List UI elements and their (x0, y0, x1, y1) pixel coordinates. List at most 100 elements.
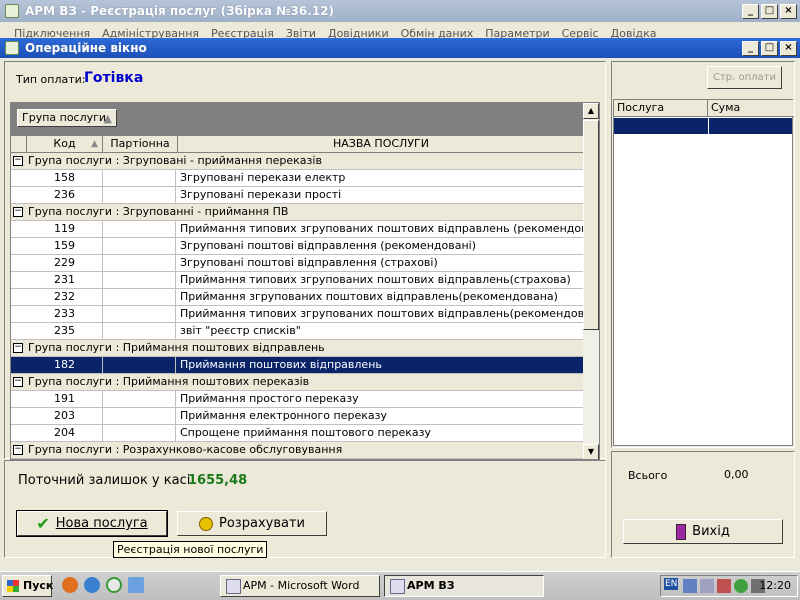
summary-selected-row[interactable] (614, 118, 792, 134)
cell-name: Приймання типових згрупованих поштових в… (180, 307, 585, 320)
cell-partial (103, 238, 176, 254)
firefox-icon[interactable] (62, 577, 78, 593)
cell-code: 233 (27, 306, 103, 322)
cell-name: Згруповані поштові відправлення (рекомен… (180, 239, 476, 252)
window-minimize-button[interactable]: _ (742, 40, 759, 56)
summary-grid: Послуга Сума (613, 99, 794, 446)
close-button[interactable]: × (780, 3, 797, 19)
summary-row-divider (708, 118, 709, 134)
table-row[interactable]: 203 Приймання електронного переказу (11, 408, 585, 425)
group-row[interactable]: − Група послуги : Приймання поштових відп… (11, 340, 585, 357)
table-row[interactable]: 119 Приймання типових згрупованих поштови… (11, 221, 585, 238)
table-row[interactable]: 191 Приймання простого переказу (11, 391, 585, 408)
security-icon[interactable] (717, 579, 731, 593)
collapse-icon[interactable]: − (13, 207, 23, 217)
table-row[interactable]: 158 Згруповані перекази електр (11, 170, 585, 187)
menu-item[interactable]: Адміністрування (102, 27, 199, 38)
new-service-button[interactable]: ✔ Нова послуга (16, 510, 168, 537)
group-row[interactable]: − Група послуги : Згруповані - приймання … (11, 153, 585, 170)
collapse-icon[interactable]: − (13, 377, 23, 387)
cell-partial (103, 187, 176, 203)
cell-partial (103, 408, 176, 424)
desktop-icon[interactable] (128, 577, 144, 593)
start-button[interactable]: Пуск (2, 575, 53, 597)
collapse-icon[interactable]: − (13, 343, 23, 353)
menu-item[interactable]: Параметри (485, 27, 549, 38)
table-row[interactable]: 159 Згруповані поштові відправлення (реко… (11, 238, 585, 255)
cell-name: Згруповані поштові відправлення (страхов… (180, 256, 438, 269)
table-row[interactable]: 236 Згруповані перекази прості (11, 187, 585, 204)
group-row[interactable]: − Група послуги : Розрахунково-касове обс… (11, 442, 585, 459)
menu-item[interactable]: Підключення (14, 27, 90, 38)
window-close-button[interactable]: × (780, 40, 797, 56)
cell-name: Згруповані перекази електр (180, 171, 346, 184)
column-header-partial[interactable]: Партіонна (103, 136, 178, 153)
minimize-button[interactable]: _ (742, 3, 759, 19)
antivirus-icon[interactable] (734, 579, 748, 593)
exit-label: Вихід (692, 524, 730, 539)
task-arm[interactable]: АРМ ВЗ (384, 575, 544, 597)
table-row[interactable]: 235 звіт "реєстр списків" (11, 323, 585, 340)
app-title-bar: АРМ ВЗ - Реєстрація послуг (Збірка №36.1… (0, 0, 800, 22)
window-title-bar: Операційне вікно _ □ × (0, 38, 800, 58)
system-tray: EN 12:20 (660, 575, 798, 597)
column-header-service[interactable]: Послуга (614, 100, 708, 117)
task-word[interactable]: АРМ - Microsoft Word (220, 575, 380, 597)
menu-item[interactable]: Реєстрація (211, 27, 274, 38)
exit-button[interactable]: Вихід (623, 519, 783, 544)
cell-code: 159 (27, 238, 103, 254)
payment-type-label: Тип оплати: (16, 73, 86, 86)
column-code-label: Код (53, 137, 76, 150)
table-row[interactable]: 233 Приймання типових згрупованих поштови… (11, 306, 585, 323)
language-indicator[interactable]: EN (664, 578, 679, 590)
calculate-button[interactable]: Розрахувати (177, 511, 327, 536)
cell-code: 191 (27, 391, 103, 407)
scroll-up-arrow-icon[interactable]: ▲ (583, 103, 599, 119)
column-header-name[interactable]: НАЗВА ПОСЛУГИ (178, 136, 585, 153)
group-row[interactable]: − Група послуги : Згрупованні - приймання… (11, 204, 585, 221)
table-row[interactable]: 232 Приймання згрупованих поштових відпра… (11, 289, 585, 306)
menu-item[interactable]: Звіти (286, 27, 316, 38)
network-icon[interactable] (683, 579, 697, 593)
group-row-label: Група послуги : Згруповані - приймання п… (28, 154, 322, 167)
column-header-sum[interactable]: Сума (708, 100, 794, 117)
payment-structure-button[interactable]: Стр. оплати (707, 66, 782, 89)
monitor-icon[interactable] (700, 579, 714, 593)
group-by-button[interactable]: Група послуги ▲ (17, 109, 117, 127)
taskbar: Пуск АРМ - Microsoft Word АРМ ВЗ EN 12:2… (0, 571, 800, 600)
cell-code: 232 (27, 289, 103, 305)
media-player-icon[interactable] (106, 577, 122, 593)
window-icon (5, 41, 19, 55)
collapse-icon[interactable]: − (13, 156, 23, 166)
table-row[interactable]: 229 Згруповані поштові відправлення (стра… (11, 255, 585, 272)
cell-code: 229 (27, 255, 103, 271)
cell-name: Приймання типових згрупованих поштових в… (180, 273, 571, 286)
column-header-code[interactable]: Код ▲ (27, 136, 103, 153)
table-row[interactable]: 204 Спрощене приймання поштового переказу (11, 425, 585, 442)
cell-partial (103, 289, 176, 305)
table-row[interactable]: 182 Приймання поштових відправлень (11, 357, 585, 374)
group-row[interactable]: − Група послуги : Приймання поштових пере… (11, 374, 585, 391)
grouping-area: Група послуги ▲ (11, 103, 585, 136)
cell-name: Приймання типових згрупованих поштових в… (180, 222, 585, 235)
sort-up-icon: ▲ (103, 112, 112, 125)
scroll-down-arrow-icon[interactable]: ▼ (583, 444, 599, 459)
menu-item[interactable]: Сервіс (562, 27, 599, 38)
cell-partial (103, 391, 176, 407)
ie-icon[interactable] (84, 577, 100, 593)
table-row[interactable]: 231 Приймання типових згрупованих поштови… (11, 272, 585, 289)
services-grid[interactable]: Група послуги ▲ Код ▲ Партіонна НАЗВА ПОСЛ… (10, 102, 600, 460)
menu-item[interactable]: Довідка (611, 27, 657, 38)
collapse-icon[interactable]: − (13, 445, 23, 455)
cell-code: 204 (27, 425, 103, 441)
menu-item[interactable]: Обмін даних (401, 27, 474, 38)
menu-item[interactable]: Довідники (328, 27, 389, 38)
cell-partial (103, 323, 176, 339)
cell-name: Приймання електронного переказу (180, 409, 387, 422)
grid-scrollbar[interactable]: ▲ ▼ (583, 103, 599, 459)
cell-name: Приймання поштових відправлень (180, 358, 382, 371)
group-row-label: Група послуги : Розрахунково-касове обсл… (28, 443, 343, 456)
scroll-thumb[interactable] (583, 120, 599, 330)
window-maximize-button[interactable]: □ (761, 40, 778, 56)
maximize-button[interactable]: □ (761, 3, 778, 19)
